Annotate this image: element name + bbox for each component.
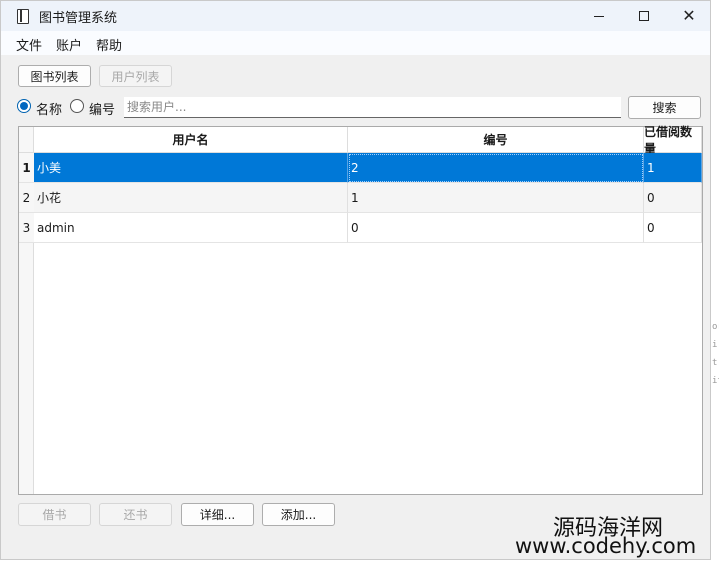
row-number[interactable]: 2 — [19, 183, 34, 213]
book-icon — [17, 9, 29, 24]
maximize-icon — [639, 11, 649, 21]
search-button[interactable]: 搜索 — [628, 96, 701, 119]
main-window: 图书管理系统 ✕ 文件 账户 帮助 图书列表 用户列表 名称 编号 搜索 用户名… — [0, 0, 711, 560]
return-button[interactable]: 还书 — [99, 503, 172, 526]
column-header-username[interactable]: 用户名 — [34, 127, 348, 153]
title-bar: 图书管理系统 ✕ — [1, 1, 710, 31]
minimize-icon — [594, 15, 604, 17]
cell-id[interactable]: 0 — [348, 213, 644, 243]
add-button[interactable]: 添加... — [262, 503, 335, 526]
row-number[interactable]: 1 — [19, 153, 34, 183]
table-row[interactable]: 3 admin 0 0 — [19, 213, 702, 243]
cell-username[interactable]: 小花 — [34, 183, 348, 213]
cell-borrowed[interactable]: 1 — [644, 153, 702, 183]
cell-username[interactable]: admin — [34, 213, 348, 243]
details-button[interactable]: 详细... — [181, 503, 254, 526]
radio-name[interactable] — [17, 99, 31, 113]
cell-id[interactable]: 2 — [348, 153, 644, 183]
menu-file[interactable]: 文件 — [16, 35, 42, 54]
radio-name-label: 名称 — [36, 103, 63, 118]
table-corner[interactable] — [19, 127, 34, 153]
search-input[interactable] — [124, 97, 621, 118]
cell-borrowed[interactable]: 0 — [644, 213, 702, 243]
borrow-button[interactable]: 借书 — [18, 503, 91, 526]
radio-id-label: 编号 — [89, 103, 116, 118]
close-button[interactable]: ✕ — [666, 1, 712, 31]
maximize-button[interactable] — [621, 1, 667, 31]
watermark-url: www.codehy.com — [515, 534, 697, 558]
column-header-borrowed[interactable]: 已借阅数量 — [644, 125, 702, 156]
tab-user-list[interactable]: 用户列表 — [99, 65, 172, 87]
table-row[interactable]: 1 小美 2 1 — [19, 153, 702, 183]
radio-id[interactable] — [70, 99, 84, 113]
cell-id[interactable]: 1 — [348, 183, 644, 213]
window-title: 图书管理系统 — [39, 11, 118, 26]
menu-bar: 文件 账户 帮助 — [1, 31, 710, 55]
background-text-fragment: oritit — [712, 322, 719, 386]
menu-account[interactable]: 账户 — [56, 35, 82, 54]
minimize-button[interactable] — [576, 1, 622, 31]
menu-help[interactable]: 帮助 — [96, 35, 122, 54]
row-number[interactable]: 3 — [19, 213, 34, 243]
user-table: 用户名 编号 已借阅数量 1 小美 2 1 2 小花 1 0 3 admin 0… — [18, 125, 703, 495]
cell-username[interactable]: 小美 — [34, 153, 348, 183]
tab-book-list[interactable]: 图书列表 — [18, 65, 91, 87]
close-icon: ✕ — [682, 6, 696, 25]
column-header-id[interactable]: 编号 — [348, 127, 644, 153]
table-row[interactable]: 2 小花 1 0 — [19, 183, 702, 213]
cell-borrowed[interactable]: 0 — [644, 183, 702, 213]
